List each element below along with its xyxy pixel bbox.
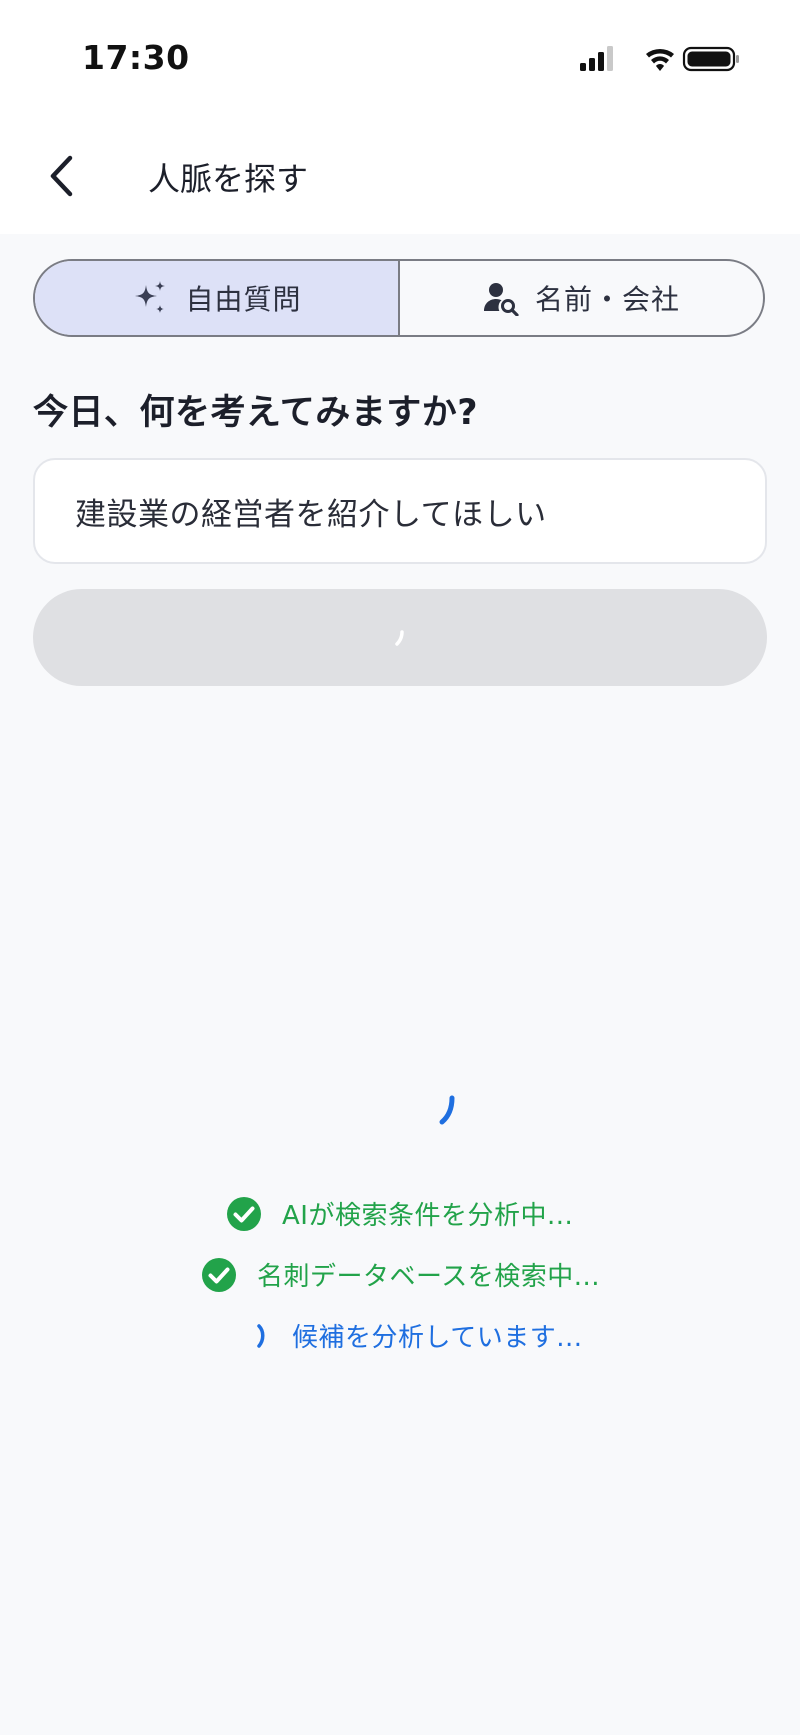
status-icons [580, 44, 740, 74]
search-submit-button[interactable] [33, 589, 767, 686]
query-input-value: 建設業の経営者を紹介してほしい [75, 496, 547, 533]
wifi-icon [646, 48, 674, 71]
person-search-icon [483, 283, 519, 316]
progress-step-label: AIが検索条件を分析中... [282, 1201, 574, 1231]
loading-spinner-icon [439, 1095, 455, 1125]
loading-spinner-icon [257, 1323, 265, 1348]
progress-step: 候補を分析しています... [250, 1317, 583, 1354]
tab-label: 名前・会社 [534, 283, 680, 316]
status-bar: 17:30 [0, 0, 800, 120]
back-button[interactable] [36, 150, 86, 202]
progress-step: AIが検索条件を分析中... [226, 1195, 573, 1232]
chevron-left-icon [50, 155, 73, 197]
progress-step-label: 名刺データベースを検索中... [257, 1262, 600, 1292]
app-header: 人脈を探す [0, 120, 800, 234]
progress-step-label: 候補を分析しています... [292, 1323, 583, 1353]
page-title: 人脈を探す [148, 160, 309, 198]
query-input[interactable]: 建設業の経営者を紹介してほしい [33, 458, 767, 564]
battery-icon [682, 46, 739, 72]
tab-label: 自由質問 [185, 283, 302, 316]
check-circle-icon [202, 1257, 236, 1292]
tab-free-question[interactable]: 自由質問 [35, 261, 400, 335]
signal-icon [580, 46, 613, 71]
question-heading: 今日、何を考えてみますか? [33, 393, 479, 433]
check-circle-icon [227, 1196, 261, 1231]
search-mode-tabs: 自由質問 名前・会社 [33, 259, 765, 337]
loading-spinner-icon [395, 629, 404, 646]
status-time: 17:30 [82, 38, 190, 77]
sparkle-icon [135, 281, 166, 313]
tab-name-company[interactable]: 名前・会社 [400, 261, 763, 335]
progress-step: 名刺データベースを検索中... [201, 1256, 600, 1293]
